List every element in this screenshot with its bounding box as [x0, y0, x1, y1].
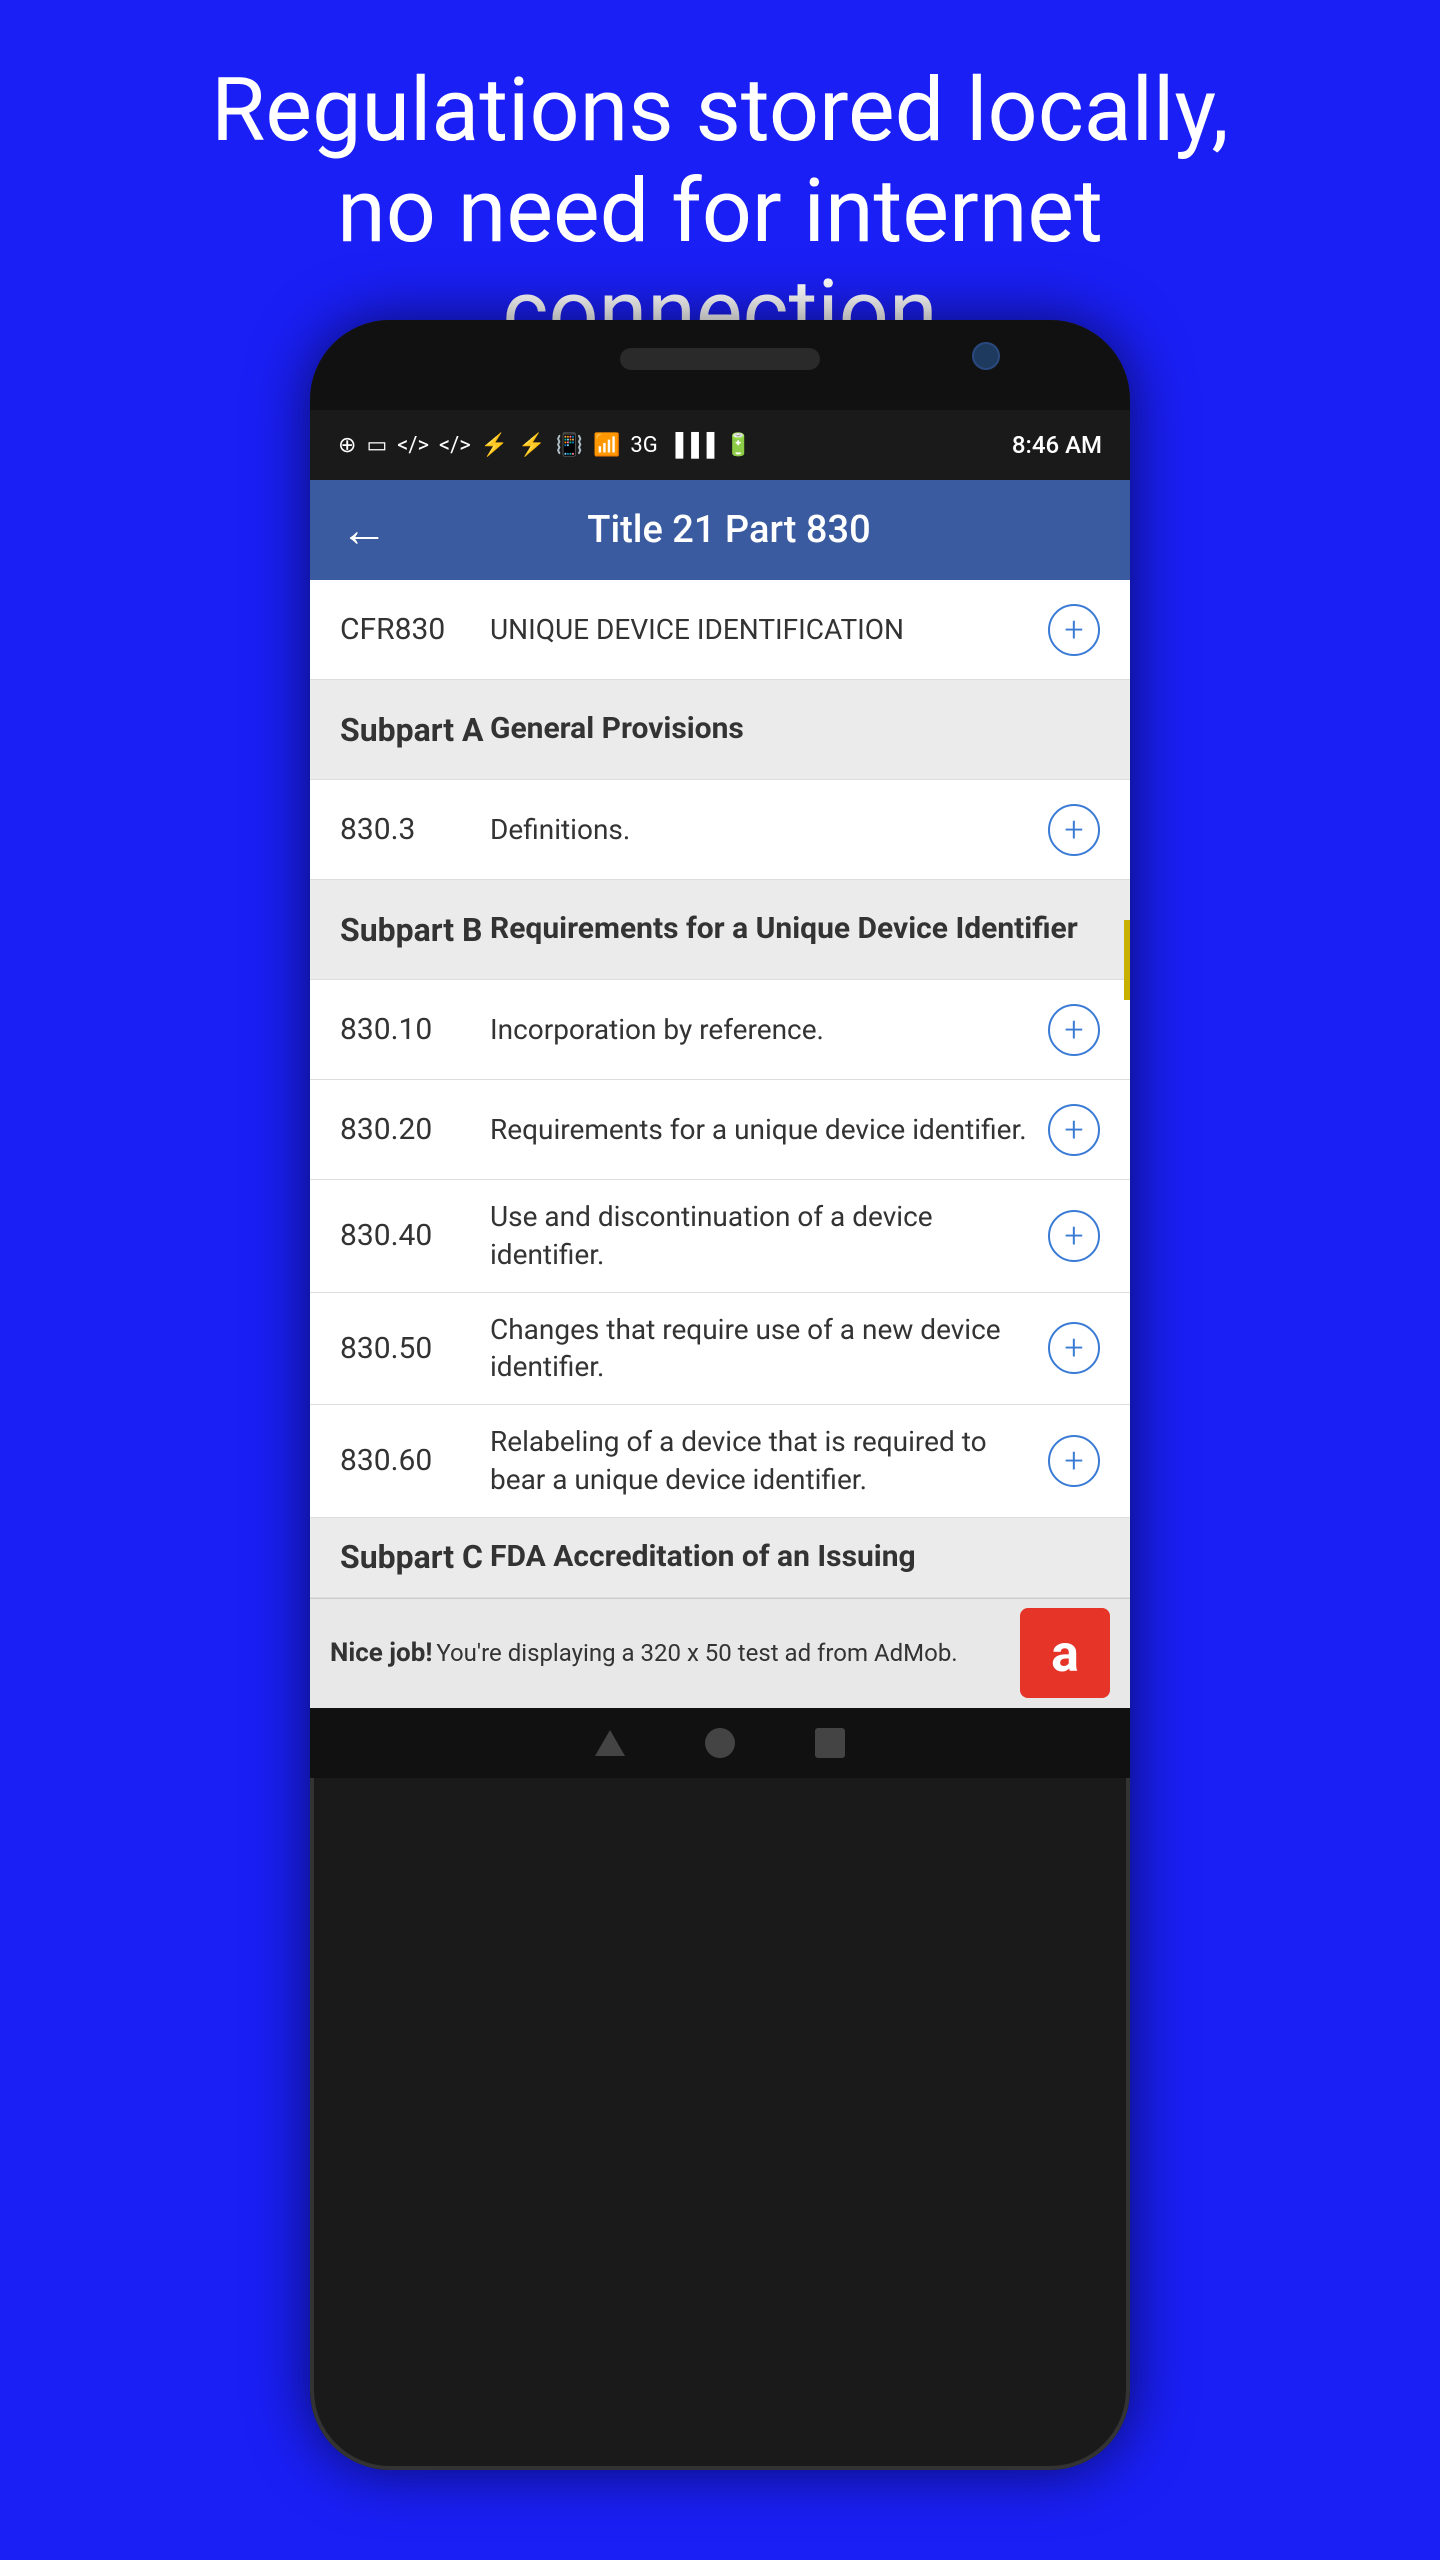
- phone-bottom: [310, 1708, 1130, 1778]
- expand-icon[interactable]: +: [1048, 604, 1100, 656]
- row-number: 830.50: [340, 1331, 490, 1366]
- phone-shell: ⊕ ▭ </> </> ⚡ ⚡ 📳 📶 3G ▐▐▐ 🔋 8:46 AM ← T…: [310, 320, 1130, 2470]
- expand-icon[interactable]: +: [1048, 1435, 1100, 1487]
- list-item: Subpart BRequirements for a Unique Devic…: [310, 880, 1130, 980]
- expand-icon[interactable]: +: [1048, 1322, 1100, 1374]
- status-icon-usb2: ⚡: [518, 433, 545, 458]
- status-icon-signal: ▐▐▐: [668, 432, 715, 458]
- row-title: Requirements for a Unique Device Identif…: [490, 891, 1100, 968]
- status-icon-plus: ⊕: [338, 433, 356, 458]
- list-item[interactable]: 830.40Use and discontinuation of a devic…: [310, 1180, 1130, 1293]
- app-title: Title 21 Part 830: [418, 508, 1040, 552]
- status-left-icons: ⊕ ▭ </> </> ⚡ ⚡ 📳 📶 3G ▐▐▐ 🔋: [338, 432, 752, 458]
- list-item[interactable]: CFR830UNIQUE DEVICE IDENTIFICATION+: [310, 580, 1130, 680]
- row-title: FDA Accreditation of an Issuing: [490, 1519, 1100, 1596]
- status-time: 8:46 AM: [1012, 431, 1102, 459]
- list-item[interactable]: 830.50Changes that require use of a new …: [310, 1293, 1130, 1406]
- status-icon-usb1: ⚡: [481, 433, 508, 458]
- nav-recents-button[interactable]: [815, 1728, 845, 1758]
- row-number: 830.40: [340, 1218, 490, 1253]
- row-title: Use and discontinuation of a device iden…: [490, 1180, 1048, 1292]
- status-right: 8:46 AM: [1004, 431, 1102, 459]
- expand-icon[interactable]: +: [1048, 804, 1100, 856]
- status-icon-wifi: 📶: [593, 433, 620, 458]
- row-number: 830.3: [340, 812, 490, 847]
- phone-speaker: [620, 348, 820, 370]
- phone-screen: ⊕ ▭ </> </> ⚡ ⚡ 📳 📶 3G ▐▐▐ 🔋 8:46 AM ← T…: [310, 410, 1130, 1708]
- list-item: Subpart CFDA Accreditation of an Issuing: [310, 1518, 1130, 1598]
- row-number: Subpart A: [340, 711, 490, 749]
- list-item[interactable]: 830.20Requirements for a unique device i…: [310, 1080, 1130, 1180]
- row-title: Definitions.: [490, 793, 1048, 867]
- content-list: CFR830UNIQUE DEVICE IDENTIFICATION+Subpa…: [310, 580, 1130, 1598]
- ad-logo-char: a: [1051, 1623, 1079, 1684]
- row-number: Subpart C: [340, 1538, 490, 1576]
- row-title: Requirements for a unique device identif…: [490, 1093, 1048, 1167]
- row-number: Subpart B: [340, 911, 490, 949]
- list-item[interactable]: 830.10Incorporation by reference.+: [310, 980, 1130, 1080]
- expand-icon[interactable]: +: [1048, 1210, 1100, 1262]
- ad-normal-text: You're displaying a 320 x 50 test ad fro…: [436, 1639, 957, 1667]
- row-number: 830.20: [340, 1112, 490, 1147]
- back-button[interactable]: ←: [340, 506, 388, 554]
- row-title: UNIQUE DEVICE IDENTIFICATION: [490, 593, 1048, 667]
- list-item[interactable]: 830.3Definitions.+: [310, 780, 1130, 880]
- list-item: Subpart AGeneral Provisions: [310, 680, 1130, 780]
- nav-home-button[interactable]: [705, 1728, 735, 1758]
- row-title: General Provisions: [490, 691, 1100, 768]
- row-title: Relabeling of a device that is required …: [490, 1405, 1048, 1517]
- hero-line1: Regulations stored locally,: [211, 59, 1229, 162]
- ad-logo: a: [1020, 1608, 1110, 1698]
- ad-bold-text: Nice job!: [330, 1638, 432, 1668]
- status-bar: ⊕ ▭ </> </> ⚡ ⚡ 📳 📶 3G ▐▐▐ 🔋 8:46 AM: [310, 410, 1130, 480]
- phone-camera: [972, 342, 1000, 370]
- status-icon-vibrate: 📳: [556, 433, 583, 458]
- list-item[interactable]: 830.60Relabeling of a device that is req…: [310, 1405, 1130, 1518]
- ad-banner: Nice job! You're displaying a 320 x 50 t…: [310, 1598, 1130, 1708]
- app-header: ← Title 21 Part 830: [310, 480, 1130, 580]
- status-icon-3g: 3G: [630, 433, 657, 458]
- row-number: 830.10: [340, 1012, 490, 1047]
- nav-back-button[interactable]: [595, 1730, 625, 1756]
- phone-top: [310, 320, 1130, 410]
- expand-icon[interactable]: +: [1048, 1004, 1100, 1056]
- row-number: CFR830: [340, 612, 490, 647]
- expand-icon[interactable]: +: [1048, 1104, 1100, 1156]
- row-title: Changes that require use of a new device…: [490, 1293, 1048, 1405]
- status-icon-sim: ▭: [366, 433, 387, 458]
- volume-button[interactable]: [1124, 920, 1130, 1000]
- ad-text-area: Nice job! You're displaying a 320 x 50 t…: [330, 1638, 1000, 1668]
- status-icon-battery: 🔋: [725, 433, 752, 458]
- row-number: 830.60: [340, 1443, 490, 1478]
- row-title: Incorporation by reference.: [490, 993, 1048, 1067]
- status-icon-code2: </>: [439, 433, 471, 458]
- status-icon-code: </>: [397, 433, 429, 458]
- hero-line2: no need for internet: [337, 160, 1103, 263]
